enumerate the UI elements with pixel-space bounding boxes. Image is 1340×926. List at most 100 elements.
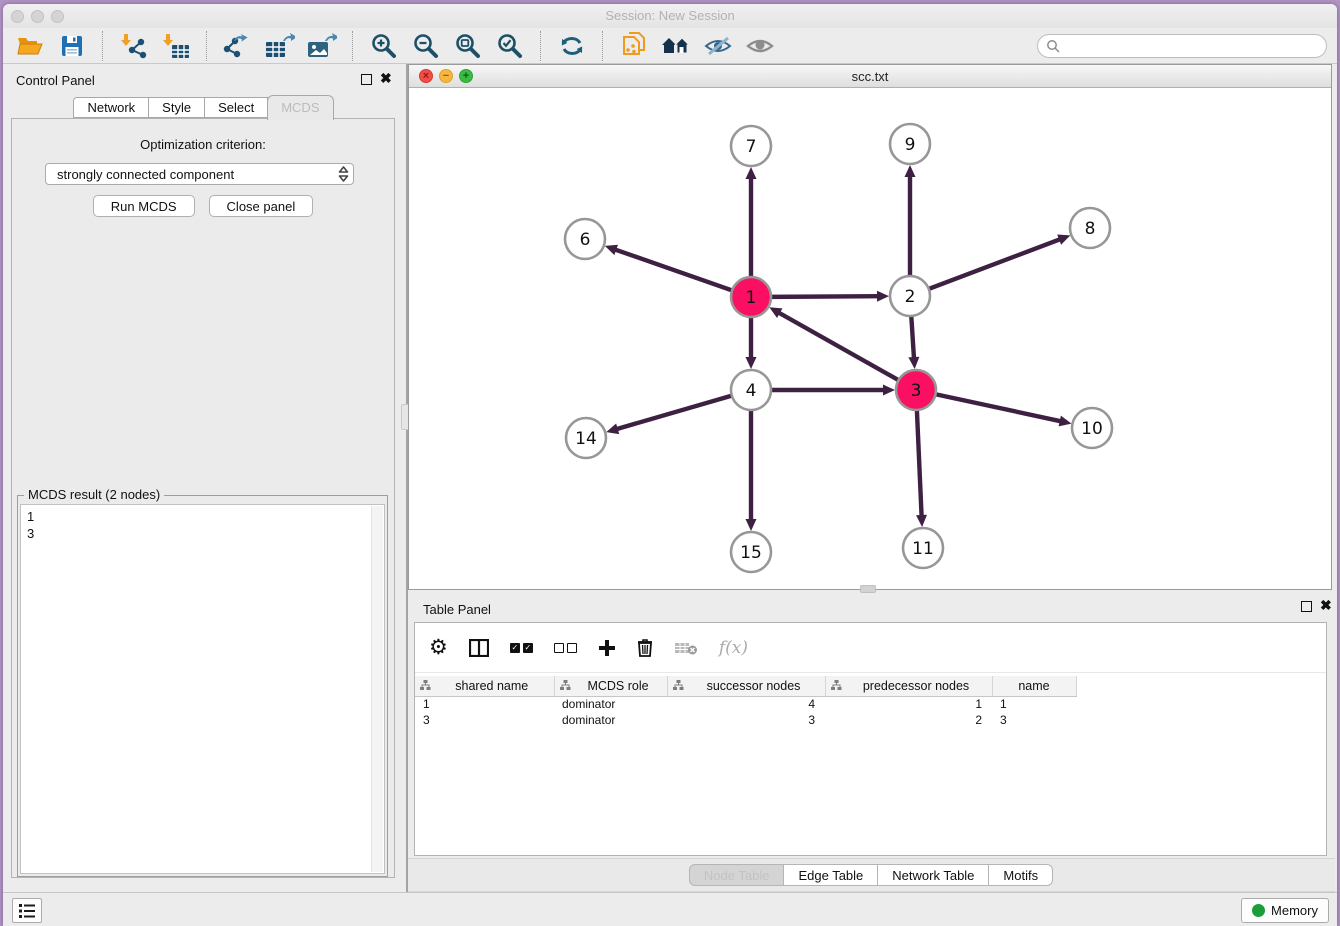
export-image-button[interactable] <box>305 31 338 61</box>
table-cell[interactable]: dominator <box>554 712 667 728</box>
graph-node-4[interactable]: 4 <box>731 370 771 410</box>
edge-arrowhead <box>883 385 895 396</box>
graph-node-6[interactable]: 6 <box>565 219 605 259</box>
column-header-shared-name[interactable]: shared name <box>415 676 554 696</box>
tab-select[interactable]: Select <box>204 97 268 118</box>
tab-mcds[interactable]: MCDS <box>267 95 333 120</box>
toolbar-separator <box>602 31 603 61</box>
network-canvas[interactable]: 1 2 3 4 6 7 8 9 10 11 14 15 <box>409 88 1331 589</box>
float-panel-icon[interactable] <box>361 74 372 85</box>
table-cell[interactable]: 1 <box>415 696 554 712</box>
table-cell[interactable]: 3 <box>667 712 825 728</box>
edge-3-1[interactable] <box>777 312 898 380</box>
table-cell[interactable]: 3 <box>415 712 554 728</box>
graph-node-2[interactable]: 2 <box>890 276 930 316</box>
hide-details-button[interactable] <box>701 31 734 61</box>
zoom-out-button[interactable] <box>409 31 442 61</box>
zoom-fit-button[interactable] <box>451 31 484 61</box>
graph-node-10[interactable]: 10 <box>1072 408 1112 448</box>
edge-2-8[interactable] <box>929 239 1062 289</box>
select-all-button[interactable]: ✓✓ <box>510 636 533 660</box>
checked-box-icon: ✓ <box>523 643 533 653</box>
result-scrollbar[interactable] <box>371 506 383 872</box>
delete-table-button[interactable] <box>674 636 698 660</box>
graph-node-15[interactable]: 15 <box>731 532 771 572</box>
optimization-criterion-dropdown[interactable]: strongly connected component <box>45 163 354 185</box>
eye-slash-icon <box>704 35 732 57</box>
show-column-button[interactable] <box>469 636 489 660</box>
run-mcds-button[interactable]: Run MCDS <box>93 195 195 217</box>
table-toolbar: ⚙ ✓✓ <box>415 623 1326 673</box>
table-row[interactable]: 1dominator411 <box>415 696 1076 712</box>
graph-node-11[interactable]: 11 <box>903 528 943 568</box>
edge-2-3[interactable] <box>911 316 914 360</box>
column-header-predecessor-nodes[interactable]: predecessor nodes <box>825 676 992 696</box>
column-header-MCDS-role[interactable]: MCDS role <box>554 676 667 696</box>
export-network-button[interactable] <box>221 31 254 61</box>
node-label: 4 <box>746 381 757 401</box>
zoom-selected-button[interactable] <box>493 31 526 61</box>
edge-1-6[interactable] <box>613 249 732 291</box>
table-cell[interactable]: 4 <box>667 696 825 712</box>
new-network-from-selection-button[interactable] <box>617 31 650 61</box>
graph-node-3[interactable]: 3 <box>896 370 936 410</box>
export-table-button[interactable] <box>263 31 296 61</box>
table-options-button[interactable]: ⚙ <box>429 636 448 660</box>
import-table-button[interactable] <box>159 31 192 61</box>
tab-edge-table[interactable]: Edge Table <box>783 864 878 886</box>
home-button[interactable] <box>659 31 692 61</box>
node-label: 6 <box>580 230 591 250</box>
edge-3-11[interactable] <box>917 410 922 518</box>
tab-style[interactable]: Style <box>148 97 205 118</box>
zoom-in-icon <box>371 33 397 59</box>
edge-1-2[interactable] <box>771 296 880 297</box>
tab-node-table[interactable]: Node Table <box>689 864 785 886</box>
graph-node-1[interactable]: 1 <box>731 277 771 317</box>
memory-button[interactable]: Memory <box>1241 898 1329 923</box>
column-header-successor-nodes[interactable]: successor nodes <box>667 676 825 696</box>
mcds-result-group: MCDS result (2 nodes) 1 3 <box>17 495 388 877</box>
main-toolbar <box>3 28 1337 64</box>
table-cell[interactable]: 1 <box>992 696 1076 712</box>
edge-3-10[interactable] <box>936 394 1063 421</box>
horizontal-splitter-handle[interactable] <box>860 585 876 593</box>
edge-4-14[interactable] <box>615 396 732 430</box>
graph-node-9[interactable]: 9 <box>890 124 930 164</box>
table-cell[interactable]: 1 <box>825 696 992 712</box>
import-network-button[interactable] <box>117 31 150 61</box>
network-view-window: × − + scc.txt 1234678910111415 <box>408 64 1332 590</box>
delete-row-button[interactable] <box>637 636 653 660</box>
table-row[interactable]: 3dominator323 <box>415 712 1076 728</box>
mcds-result-area[interactable]: 1 3 <box>20 504 385 874</box>
tab-network-table[interactable]: Network Table <box>877 864 989 886</box>
column-header-name[interactable]: name <box>992 676 1076 696</box>
function-builder-button[interactable]: f(x) <box>719 636 748 660</box>
close-panel-icon[interactable]: ✖ <box>380 71 392 85</box>
tab-network[interactable]: Network <box>73 97 149 118</box>
table-cell[interactable]: 2 <box>825 712 992 728</box>
add-row-button[interactable] <box>598 636 616 660</box>
graph-node-8[interactable]: 8 <box>1070 208 1110 248</box>
deselect-all-button[interactable] <box>554 636 577 660</box>
window-title: Session: New Session <box>3 8 1337 23</box>
task-history-button[interactable] <box>12 898 42 923</box>
import-network-icon <box>120 33 148 59</box>
table-cell[interactable]: 3 <box>992 712 1076 728</box>
graph-node-14[interactable]: 14 <box>566 418 606 458</box>
save-session-button[interactable] <box>55 31 88 61</box>
search-input[interactable] <box>1065 38 1318 53</box>
zoom-in-button[interactable] <box>367 31 400 61</box>
apply-layout-button[interactable] <box>555 31 588 61</box>
checked-box-icon: ✓ <box>510 643 520 653</box>
table-cell[interactable]: dominator <box>554 696 667 712</box>
delete-table-icon <box>674 640 698 656</box>
show-details-button[interactable] <box>743 31 776 61</box>
save-floppy-icon <box>61 35 83 57</box>
graph-node-7[interactable]: 7 <box>731 126 771 166</box>
float-table-panel-icon[interactable] <box>1301 601 1312 612</box>
close-panel-button[interactable]: Close panel <box>209 195 314 217</box>
open-session-button[interactable] <box>13 31 46 61</box>
close-table-panel-icon[interactable]: ✖ <box>1320 598 1332 612</box>
edge-arrowhead <box>606 424 619 435</box>
tab-motifs[interactable]: Motifs <box>988 864 1053 886</box>
